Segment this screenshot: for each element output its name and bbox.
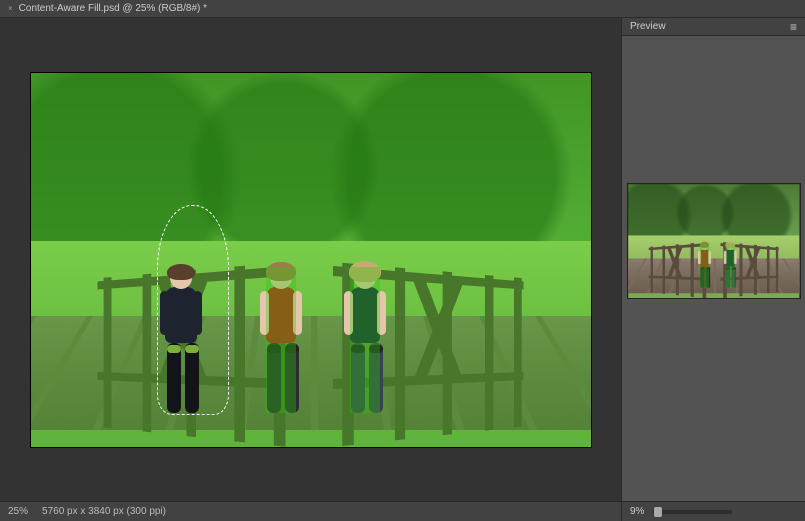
photo-person-middle [266,267,296,413]
photo-person-right [350,267,380,413]
document-title: Content-Aware Fill.psd @ 25% (RGB/8#) * [19,3,207,14]
slider-knob[interactable] [654,507,662,517]
preview-panel: Preview ≡ 9% [621,18,805,521]
zoom-level[interactable]: 25% [8,506,28,517]
document-dimensions: 5760 px x 3840 px (300 ppi) [42,506,166,517]
preview-panel-header: Preview ≡ [622,18,805,36]
preview-zoom-label: 9% [630,506,644,517]
preview-thumbnail[interactable] [628,184,800,298]
workspace: 25% 5760 px x 3840 px (300 ppi) Preview … [0,18,805,521]
document-tab-bar: × Content-Aware Fill.psd @ 25% (RGB/8#) … [0,0,805,18]
document-canvas[interactable] [31,73,591,447]
preview-panel-body [622,36,805,501]
photo-person-left-selected [165,267,197,413]
panel-menu-icon[interactable]: ≡ [790,21,797,33]
canvas-area: 25% 5760 px x 3840 px (300 ppi) [0,18,621,521]
preview-zoom-bar: 9% [622,501,805,521]
preview-spacer [622,36,805,184]
close-icon[interactable]: × [8,4,13,13]
canvas-stage[interactable] [0,18,621,501]
sampling-overlay [31,73,591,447]
status-bar: 25% 5760 px x 3840 px (300 ppi) [0,501,621,521]
preview-panel-title: Preview [630,21,666,32]
preview-zoom-slider[interactable] [652,510,732,514]
